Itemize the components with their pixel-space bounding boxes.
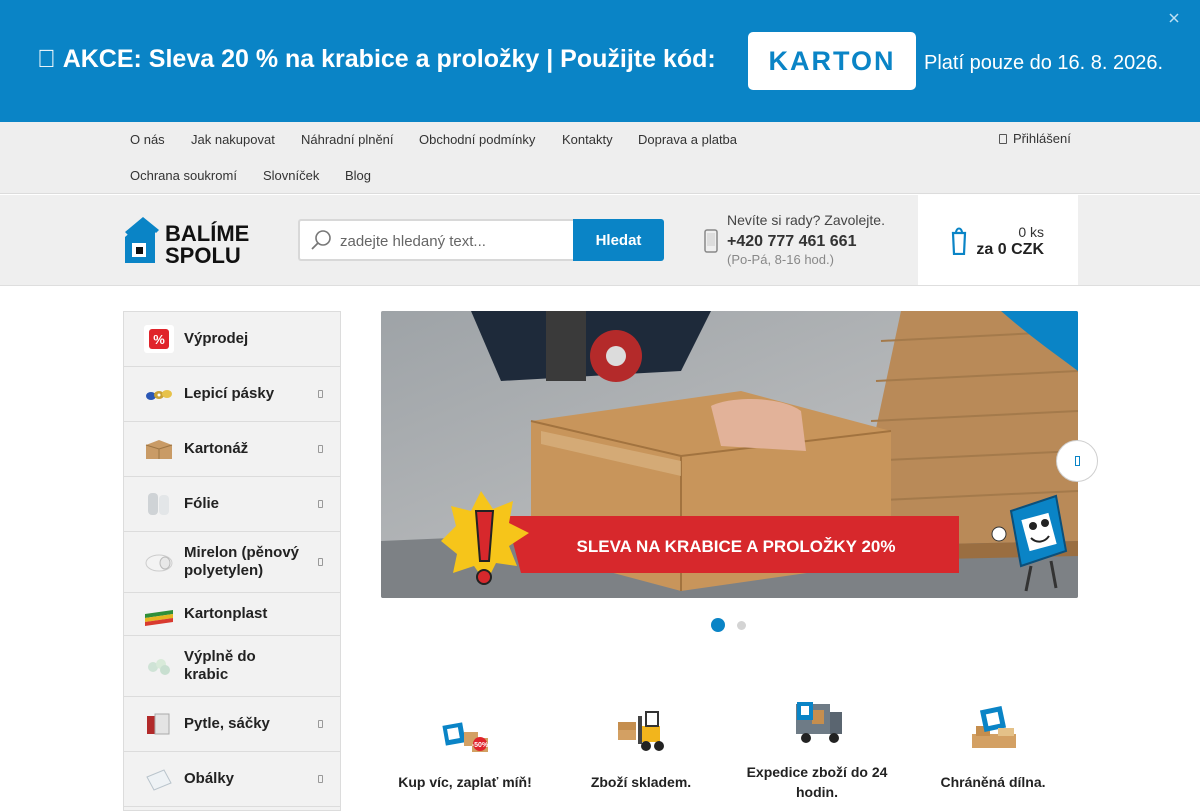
- logo-house-icon: BALÍME SPOLU: [125, 217, 249, 268]
- hero-image: SLEVA NA KRABICE A PROLOŽKY 20%: [381, 311, 1078, 598]
- nav-link-slovnicek[interactable]: Slovníček: [263, 168, 319, 183]
- kartonplast-sheets-icon: [144, 600, 174, 628]
- category-sidebar: % Výprodej Lepicí pásky Kartonáž Fólie M…: [123, 311, 341, 811]
- logo-line2: SPOLU: [165, 243, 241, 265]
- forklift-icon: [618, 711, 664, 751]
- login-link[interactable]: Přihlášení: [999, 131, 1071, 146]
- delivery-van-icon: [796, 702, 842, 743]
- category-kartonaz[interactable]: Kartonáž: [124, 422, 340, 477]
- benefit-label: Zboží skladem.: [590, 774, 692, 790]
- support-hours: (Po-Pá, 8-16 hod.): [727, 252, 834, 267]
- slider-next-button[interactable]: [1056, 440, 1098, 482]
- category-label: Kartonplast: [184, 605, 268, 622]
- chevron-right-icon: [318, 445, 323, 453]
- search-button[interactable]: Hledat: [573, 219, 664, 261]
- bags-icon: [144, 710, 174, 738]
- category-label: Lepicí pásky: [184, 385, 275, 402]
- lock-icon: [999, 134, 1007, 144]
- tape-rolls-icon: [144, 380, 174, 408]
- envelope-icon: [144, 765, 174, 793]
- cart-icon: [951, 227, 967, 255]
- logo[interactable]: BALÍME SPOLU: [123, 215, 283, 268]
- phone-number[interactable]: +420 777 461 661: [727, 233, 856, 251]
- phone-icon: [704, 229, 718, 253]
- nav-link-kontakty[interactable]: Kontakty: [562, 132, 613, 147]
- nav-link-ochrana-soukromi[interactable]: Ochrana soukromí: [130, 168, 237, 183]
- foam-roll-icon: [144, 548, 174, 576]
- category-mirelon[interactable]: Mirelon (pěnový polyetylen): [124, 532, 340, 593]
- nav-link-jak-nakupovat[interactable]: Jak nakupovat: [191, 132, 275, 147]
- search-box: [298, 219, 574, 261]
- nav-link-doprava-a-platba[interactable]: Doprava a platba: [638, 132, 737, 147]
- chevron-right-icon: [318, 720, 323, 728]
- benefit-label: Expedice zboží do 24 hodin.: [746, 764, 888, 800]
- category-label: Pytle, sáčky: [184, 715, 270, 732]
- category-label: Výplně do krabic: [184, 648, 256, 683]
- category-label: Fólie: [184, 495, 220, 512]
- category-vyprodej[interactable]: % Výprodej: [124, 312, 340, 367]
- category-label: Mirelon (pěnový polyetylen): [184, 544, 300, 579]
- category-folie[interactable]: Fólie: [124, 477, 340, 532]
- slider-dot-2[interactable]: [737, 621, 746, 630]
- category-label: Obálky: [184, 770, 235, 787]
- category-label: Kartonáž: [184, 440, 249, 457]
- site-header: BALÍME SPOLU Hledat Nevíte si rady? Zavo…: [0, 195, 1200, 286]
- search-icon: [311, 230, 331, 250]
- nav-link-obchodni-podminky[interactable]: Obchodní podmínky: [419, 132, 535, 147]
- promo-banner:  AKCE: Sleva 20 % na krabice a proložky…: [0, 0, 1200, 122]
- workshop-icon: [972, 705, 1016, 748]
- help-text: Nevíte si rady? Zavolejte.: [727, 212, 885, 228]
- category-lepici-pasky[interactable]: Lepicí pásky: [124, 367, 340, 422]
- chevron-right-icon: [1075, 456, 1080, 466]
- cart-price: za 0 CZK: [976, 241, 1044, 258]
- chevron-right-icon: [318, 558, 323, 566]
- slider-dot-1[interactable]: [711, 618, 725, 632]
- top-navigation: O nás Jak nakupovat Náhradní plnění Obch…: [0, 122, 1200, 194]
- benefit-label: Chráněná dílna.: [940, 774, 1046, 790]
- nav-link-o-nas[interactable]: O nás: [130, 132, 165, 147]
- login-label: Přihlášení: [1013, 131, 1071, 146]
- discount-boxes-icon: -50%: [442, 722, 489, 752]
- search-input[interactable]: [340, 229, 568, 253]
- chevron-right-icon: [318, 500, 323, 508]
- sale-percent-icon: %: [144, 325, 174, 353]
- benefit-label: Kup víc, zaplať míň!: [398, 774, 532, 790]
- close-icon[interactable]: [1169, 10, 1179, 26]
- box-fill-icon: [144, 652, 174, 680]
- category-label: Výprodej: [184, 330, 249, 347]
- category-obalky[interactable]: Obálky: [124, 752, 340, 807]
- nav-link-nahradni-plneni[interactable]: Náhradní plnění: [301, 132, 394, 147]
- category-kartonplast[interactable]: Kartonplast: [124, 593, 340, 636]
- hero-banner-text: SLEVA NA KRABICE A PROLOŽKY 20%: [577, 537, 896, 556]
- svg-text:-50%: -50%: [472, 742, 489, 749]
- hero-slider[interactable]: SLEVA NA KRABICE A PROLOŽKY 20%: [381, 311, 1078, 598]
- category-pytle-sacky[interactable]: Pytle, sáčky: [124, 697, 340, 752]
- promo-code: KARTON: [748, 32, 916, 90]
- foil-roll-icon: [144, 490, 174, 518]
- cardboard-box-icon: [144, 435, 174, 463]
- promo-message:  AKCE: Sleva 20 % na krabice a proložky…: [37, 45, 716, 73]
- promo-valid-until: Platí pouze do 16. 8. 2026.: [924, 52, 1164, 74]
- svg-text:%: %: [153, 332, 165, 347]
- cart-quantity: 0 ks: [1018, 224, 1044, 240]
- category-vyplne-do-krabic[interactable]: Výplně do krabic: [124, 636, 340, 697]
- chevron-right-icon: [318, 390, 323, 398]
- chevron-right-icon: [318, 775, 323, 783]
- cart-button[interactable]: 0 ks za 0 CZK: [918, 195, 1078, 285]
- nav-link-blog[interactable]: Blog: [345, 168, 371, 183]
